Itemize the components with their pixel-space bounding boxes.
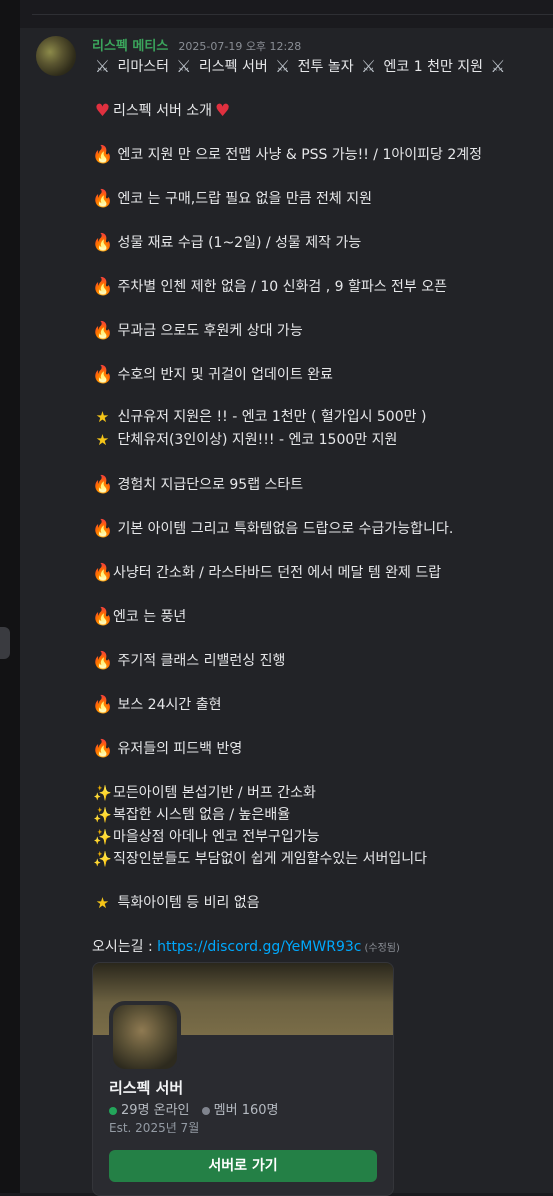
- avatar[interactable]: [36, 36, 76, 76]
- support-line: ★ 특화아이템 등 비리 없음: [92, 892, 260, 914]
- fire-icon: 🔥: [92, 519, 114, 539]
- fire-icon: 🔥: [92, 607, 114, 627]
- server-stats: 29명 온라인 멤버 160명: [109, 1099, 278, 1118]
- fire-icon: 🔥: [92, 563, 114, 583]
- fire-icon: 🔥: [92, 321, 114, 341]
- fire-icon: 🔥: [92, 145, 114, 165]
- feature-line: 🔥사냥터 간소화 / 라스타바드 던전 에서 메달 템 완제 드랍: [92, 562, 441, 584]
- online-count: 29명 온라인: [121, 1103, 190, 1118]
- feature-text: 엔코 는 풍년: [113, 609, 187, 625]
- crossed-swords-icon: ⚔: [176, 57, 192, 77]
- sparkle-text: 복잡한 시스템 없음 / 높은배율: [113, 807, 291, 823]
- server-icon[interactable]: [109, 1001, 181, 1073]
- title-segment: 엔코 1 천만 지원: [379, 59, 488, 75]
- sidebar-tab[interactable]: [0, 627, 10, 659]
- feature-text: 사냥터 간소화 / 라스타바드 던전 에서 메달 템 완제 드랍: [113, 565, 442, 581]
- feature-line: 🔥 주차별 인첸 제한 없음 / 10 신화검 , 9 할파스 전부 오픈: [92, 276, 447, 298]
- link-label: 오시는길 :: [92, 939, 158, 955]
- fire-icon: 🔥: [92, 233, 114, 253]
- feature-text: 보스 24시간 출현: [117, 697, 222, 713]
- intro-line: ♥ 리스펙 서버 소개 ♥: [92, 100, 233, 122]
- sparkle-line: ✨마을상점 아데나 엔코 전부구입가능: [92, 826, 320, 848]
- feature-text: 기본 아이템 그리고 특화템없음 드랍으로 수급가능합니다.: [117, 521, 454, 537]
- members-dot-icon: [201, 1106, 210, 1115]
- support-text: 단체유저(3인이상) 지원!!! - 엔코 1500만 지원: [117, 432, 398, 448]
- feature-line: 🔥 보스 24시간 출현: [92, 694, 221, 716]
- fire-icon: 🔥: [92, 277, 114, 297]
- support-text: 신규유저 지원은 !! - 엔코 1천만 ( 혈가입시 500만 ): [117, 409, 427, 425]
- support-line: ★ 단체유저(3인이상) 지원!!! - 엔코 1500만 지원: [92, 429, 398, 451]
- feature-line: 🔥엔코 는 풍년: [92, 606, 186, 628]
- established-date: Est. 2025년 7월: [109, 1121, 200, 1135]
- sparkles-icon: ✨: [93, 784, 112, 802]
- feature-text: 수호의 반지 및 귀걸이 업데이트 완료: [117, 367, 333, 383]
- join-server-button[interactable]: 서버로 가기: [109, 1150, 377, 1182]
- online-dot-icon: [109, 1106, 117, 1115]
- sparkle-line: ✨복잡한 시스템 없음 / 높은배율: [92, 804, 290, 826]
- fire-icon: 🔥: [92, 475, 114, 495]
- username[interactable]: 리스펙 메티스: [92, 39, 168, 54]
- star-icon: ★: [95, 431, 110, 449]
- sparkle-line: ✨직장인분들도 부담없이 쉽게 게임할수있는 서버입니다: [92, 848, 427, 870]
- crossed-swords-icon: ⚔: [94, 57, 111, 77]
- edited-tag: (수정됨): [364, 943, 400, 954]
- heart-icon: ♥: [214, 101, 231, 121]
- sparkle-text: 마을상점 아데나 엔코 전부구입가능: [113, 829, 320, 845]
- feature-line: 🔥 엔코 는 구매,드랍 필요 없을 만큼 전체 지원: [92, 188, 372, 210]
- crossed-swords-icon: ⚔: [275, 57, 291, 77]
- feature-text: 성물 재료 수급 (1~2일) / 성물 제작 가능: [117, 235, 362, 251]
- sparkles-icon: ✨: [93, 806, 112, 824]
- heart-icon: ♥: [94, 101, 111, 121]
- sparkle-text: 직장인분들도 부담없이 쉽게 게임할수있는 서버입니다: [113, 851, 428, 867]
- title-line: ⚔ 리마스터 ⚔ 리스펙 서버 ⚔ 전투 놀자 ⚔ 엔코 1 천만 지원 ⚔: [92, 56, 509, 78]
- fire-icon: 🔥: [92, 365, 114, 385]
- member-count: 멤버 160명: [213, 1103, 279, 1118]
- server-name[interactable]: 리스펙 서버: [109, 1077, 183, 1098]
- sparkle-line: ✨모든아이템 본섭기반 / 버프 간소화: [92, 782, 316, 804]
- feature-line: 🔥 유저들의 피드백 반영: [92, 738, 242, 760]
- link-line: 오시는길 : https://discord.gg/YeMWR93c (수정됨): [92, 936, 400, 958]
- fire-icon: 🔥: [92, 651, 114, 671]
- left-sidebar: [0, 0, 20, 1193]
- feature-line: 🔥 무과금 으로도 후원케 상대 가능: [92, 320, 303, 342]
- intro-text: 리스펙 서버 소개: [113, 103, 213, 119]
- feature-text: 엔코 는 구매,드랍 필요 없을 만큼 전체 지원: [117, 191, 373, 207]
- star-icon: ★: [95, 408, 110, 426]
- sparkles-icon: ✨: [93, 850, 112, 868]
- support-line: ★ 신규유저 지원은 !! - 엔코 1천만 ( 혈가입시 500만 ): [92, 406, 427, 428]
- feature-text: 주차별 인첸 제한 없음 / 10 신화검 , 9 할파스 전부 오픈: [117, 279, 448, 295]
- chat-panel: 리스펙 메티스 2025-07-19 오후 12:28 ⚔ 리마스터 ⚔ 리스펙…: [20, 0, 553, 1196]
- title-segment: 전투 놀자: [293, 59, 359, 75]
- fire-icon: 🔥: [92, 189, 114, 209]
- message: 리스펙 메티스 2025-07-19 오후 12:28 ⚔ 리마스터 ⚔ 리스펙…: [20, 28, 553, 1196]
- message-header: 리스펙 메티스 2025-07-19 오후 12:28: [92, 35, 301, 55]
- fire-icon: 🔥: [92, 739, 114, 759]
- feature-line: 🔥 주기적 클래스 리밸런싱 진행: [92, 650, 285, 672]
- feature-text: 엔코 지원 만 으로 전맵 사냥 & PSS 가능!! / 1아이피당 2계정: [117, 147, 483, 163]
- divider: [32, 14, 553, 15]
- feature-line: 🔥 수호의 반지 및 귀걸이 업데이트 완료: [92, 364, 333, 386]
- title-segment: 리마스터: [113, 59, 174, 75]
- feature-line: 🔥 경험치 지급단으로 95랩 스타트: [92, 474, 303, 496]
- feature-text: 경험치 지급단으로 95랩 스타트: [117, 477, 304, 493]
- crossed-swords-icon: ⚔: [360, 57, 377, 77]
- feature-text: 무과금 으로도 후원케 상대 가능: [117, 323, 303, 339]
- server-invite-card: 리스펙 서버 29명 온라인 멤버 160명 Est. 2025년 7월 서버로…: [92, 962, 394, 1196]
- sparkle-text: 모든아이템 본섭기반 / 버프 간소화: [113, 785, 316, 801]
- crossed-swords-icon: ⚔: [490, 57, 506, 77]
- sparkles-icon: ✨: [93, 828, 112, 846]
- support-text: 특화아이템 등 비리 없음: [117, 895, 260, 911]
- timestamp: 2025-07-19 오후 12:28: [178, 40, 302, 53]
- feature-line: 🔥 기본 아이템 그리고 특화템없음 드랍으로 수급가능합니다.: [92, 518, 453, 540]
- title-segment: 리스펙 서버: [194, 59, 273, 75]
- fire-icon: 🔥: [92, 695, 114, 715]
- feature-text: 주기적 클래스 리밸런싱 진행: [117, 653, 286, 669]
- feature-text: 유저들의 피드백 반영: [117, 741, 243, 757]
- star-icon: ★: [95, 894, 110, 912]
- feature-line: 🔥 성물 재료 수급 (1~2일) / 성물 제작 가능: [92, 232, 361, 254]
- feature-line: 🔥 엔코 지원 만 으로 전맵 사냥 & PSS 가능!! / 1아이피당 2계…: [92, 144, 482, 166]
- invite-link[interactable]: https://discord.gg/YeMWR93c: [157, 939, 361, 955]
